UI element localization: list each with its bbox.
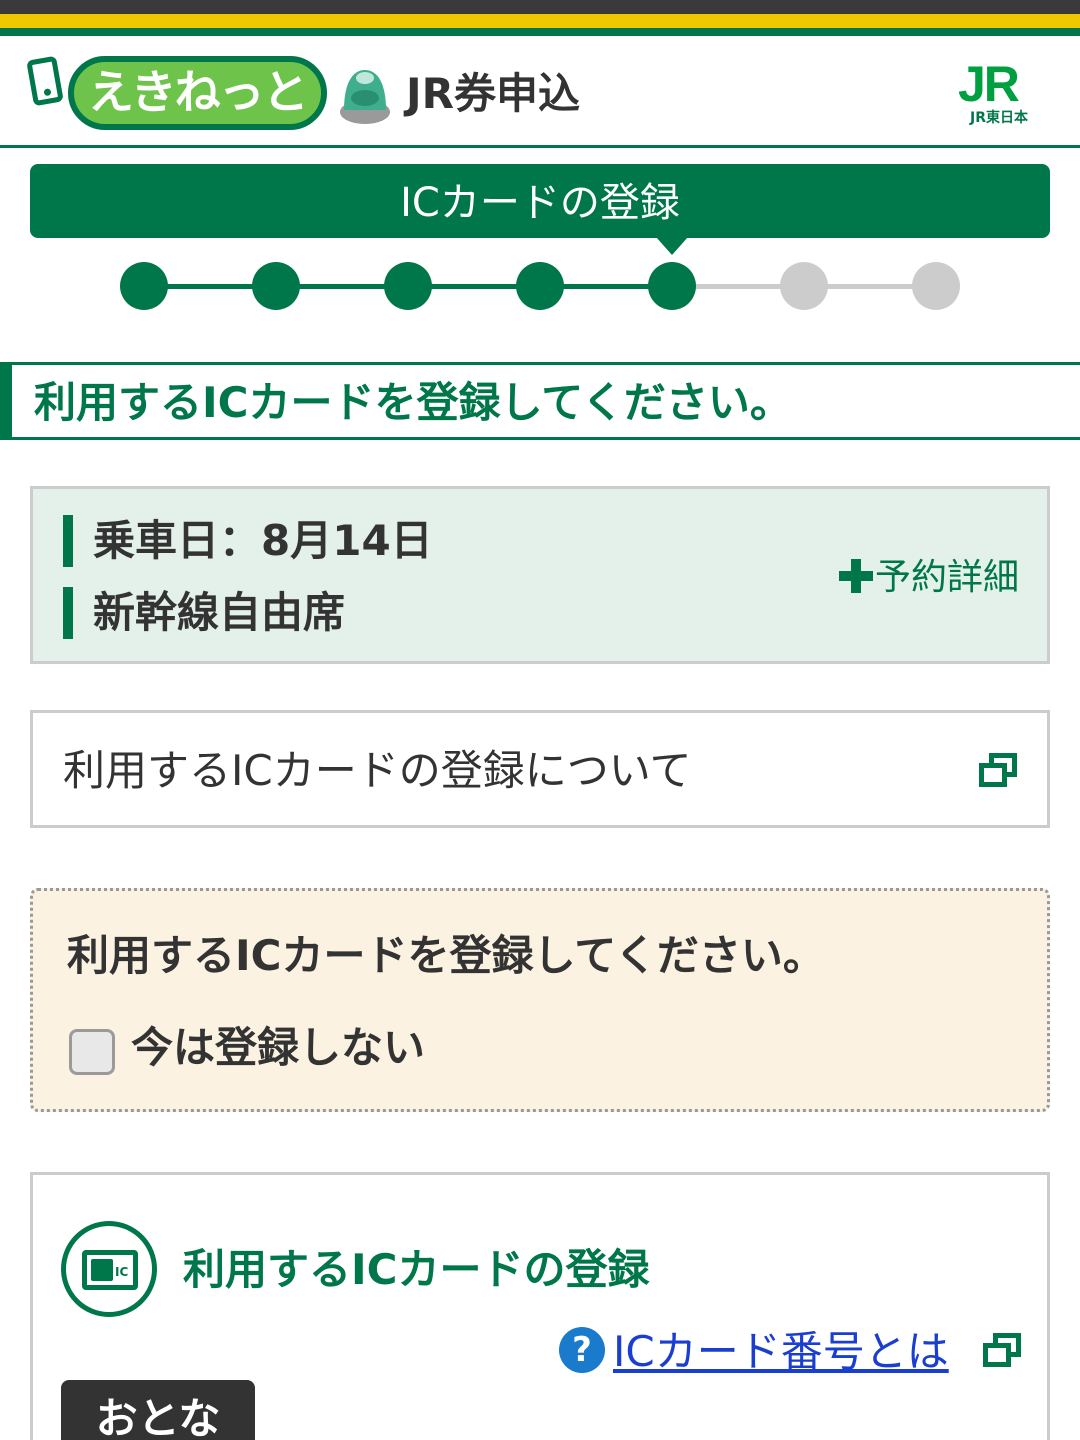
registration-notice: 利用するICカードを登録してください。 今は登録しない [30,888,1050,1112]
ic-registration-panel: IC 利用するICカードの登録 ? ICカード番号とは おとな [30,1172,1050,1440]
step-dot-2 [252,262,300,310]
ic-card-icon: IC [61,1221,157,1317]
skip-registration-checkbox[interactable] [69,1029,115,1075]
reservation-detail-label: 予約詳細 [874,557,1019,598]
site-header: えきねっと JR券申込 JR JR東日本 [0,36,1080,148]
step-dot-3 [384,262,432,310]
step-dot-1 [120,262,168,310]
help-icon: ? [559,1327,605,1373]
plus-icon [838,559,873,593]
mascot-icon [340,70,390,124]
external-link-icon [983,1333,1021,1367]
step-dot-7 [912,262,960,310]
section-heading: 利用するICカードを登録してください。 [0,362,1080,440]
ride-seat-type: 新幹線自由席 [63,587,345,639]
current-step-banner: ICカードの登録 [30,164,1050,238]
top-stripe-green [0,28,1080,36]
top-stripe-dark [0,0,1080,14]
about-link-label: 利用するICカードの登録について [63,746,692,795]
ic-card-icon-label: IC [115,1265,129,1279]
step-dot-5 [648,262,696,310]
tab-adult[interactable]: おとな [61,1380,255,1440]
ic-registration-title: 利用するICカードの登録 [183,1245,650,1294]
skip-registration-label[interactable]: 今は登録しない [131,1021,425,1075]
notice-text: 利用するICカードを登録してください。 [67,931,825,980]
step-progress [120,262,960,312]
top-stripe-yellow [0,14,1080,28]
smartphone-icon [26,55,64,107]
external-link-icon [979,753,1017,787]
jr-mark: JR [958,56,1020,112]
step-dot-4 [516,262,564,310]
ride-summary: 乗車日：8月14日 新幹線自由席 予約詳細 [30,486,1050,664]
ic-number-help-link[interactable]: ICカード番号とは [613,1325,949,1379]
reservation-detail-link[interactable]: 予約詳細 [838,555,1019,601]
jr-east-logo: JR JR東日本 [958,58,1054,130]
page-title: JR券申込 [406,69,580,118]
ride-date: 乗車日：8月14日 [63,515,433,567]
ic-registration-about-link[interactable]: 利用するICカードの登録について [30,710,1050,828]
ekinet-logo[interactable]: えきねっと [68,56,327,130]
step-dot-6 [780,262,828,310]
jr-east-label: JR東日本 [970,110,1028,126]
step-banner-pointer [656,237,688,255]
